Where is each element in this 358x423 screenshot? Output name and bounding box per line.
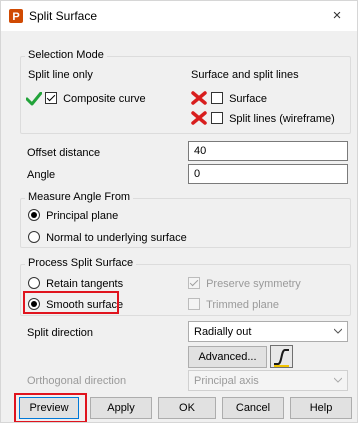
principal-plane-radio-dot[interactable] <box>28 209 40 221</box>
split-surface-dialog: P Split Surface × Selection Mode Split l… <box>0 0 358 423</box>
normal-surface-radio-dot[interactable] <box>28 231 40 243</box>
curve-profile-icon <box>274 349 289 367</box>
angle-label: Angle <box>27 169 56 181</box>
selection-mode-legend: Selection Mode <box>25 49 107 61</box>
normal-surface-label: Normal to underlying surface <box>46 232 187 244</box>
retain-tangents-radio[interactable]: Retain tangents <box>28 277 123 290</box>
preview-highlight <box>14 393 87 422</box>
orthogonal-direction-select[interactable]: Principal axis <box>188 370 348 391</box>
smooth-surface-highlight <box>23 291 119 314</box>
orthogonal-direction-value: Principal axis <box>194 375 259 387</box>
surface-label: Surface <box>229 93 267 105</box>
curve-profile-button[interactable] <box>270 345 293 368</box>
advanced-button[interactable]: Advanced... <box>188 346 267 368</box>
retain-tangents-label: Retain tangents <box>46 278 124 290</box>
process-split-surface-legend: Process Split Surface <box>25 257 137 269</box>
preserve-symmetry-label: Preserve symmetry <box>206 278 301 290</box>
trimmed-plane-checkbox-box[interactable] <box>188 298 200 310</box>
composite-curve-checkbox-box[interactable] <box>45 92 57 104</box>
app-logo-icon: P <box>9 9 23 23</box>
chevron-down-icon <box>334 328 342 334</box>
surface-and-split-lines-label: Surface and split lines <box>191 69 299 81</box>
dialog-title: Split Surface <box>29 9 98 23</box>
normal-surface-radio[interactable]: Normal to underlying surface <box>28 231 187 244</box>
principal-plane-label: Principal plane <box>46 210 119 222</box>
angle-input[interactable]: 0 <box>188 164 348 184</box>
preserve-symmetry-checkbox[interactable]: Preserve symmetry <box>188 277 301 290</box>
cancel-button[interactable]: Cancel <box>222 397 284 419</box>
offset-distance-label: Offset distance <box>27 147 101 159</box>
help-button[interactable]: Help <box>290 397 352 419</box>
trimmed-plane-checkbox[interactable]: Trimmed plane <box>188 298 279 311</box>
principal-plane-radio[interactable]: Principal plane <box>28 209 118 222</box>
close-button[interactable]: × <box>317 1 357 31</box>
orthogonal-direction-label: Orthogonal direction <box>27 375 127 387</box>
surface-checkbox-box[interactable] <box>211 92 223 104</box>
split-direction-select[interactable]: Radially out <box>188 321 348 342</box>
red-cross-icon <box>191 91 207 105</box>
red-cross-icon-2 <box>191 111 207 125</box>
svg-text:P: P <box>12 11 19 23</box>
split-lines-checkbox[interactable]: Split lines (wireframe) <box>211 112 335 125</box>
preserve-symmetry-checkbox-box[interactable] <box>188 277 200 289</box>
split-direction-label: Split direction <box>27 327 94 339</box>
green-check-icon <box>26 92 42 106</box>
retain-tangents-radio-dot[interactable] <box>28 277 40 289</box>
trimmed-plane-label: Trimmed plane <box>206 299 280 311</box>
surface-checkbox[interactable]: Surface <box>211 92 267 105</box>
chevron-down-icon-2 <box>334 377 342 383</box>
split-direction-value: Radially out <box>194 326 252 338</box>
composite-curve-label: Composite curve <box>63 93 146 105</box>
split-lines-label: Split lines (wireframe) <box>229 113 335 125</box>
split-line-only-label: Split line only <box>28 69 93 81</box>
split-lines-checkbox-box[interactable] <box>211 112 223 124</box>
measure-angle-legend: Measure Angle From <box>25 191 134 203</box>
apply-button[interactable]: Apply <box>90 397 152 419</box>
ok-button[interactable]: OK <box>158 397 216 419</box>
composite-curve-checkbox[interactable]: Composite curve <box>45 92 146 105</box>
close-icon: × <box>332 7 342 24</box>
title-bar: P Split Surface × <box>1 1 357 31</box>
offset-distance-input[interactable]: 40 <box>188 141 348 161</box>
